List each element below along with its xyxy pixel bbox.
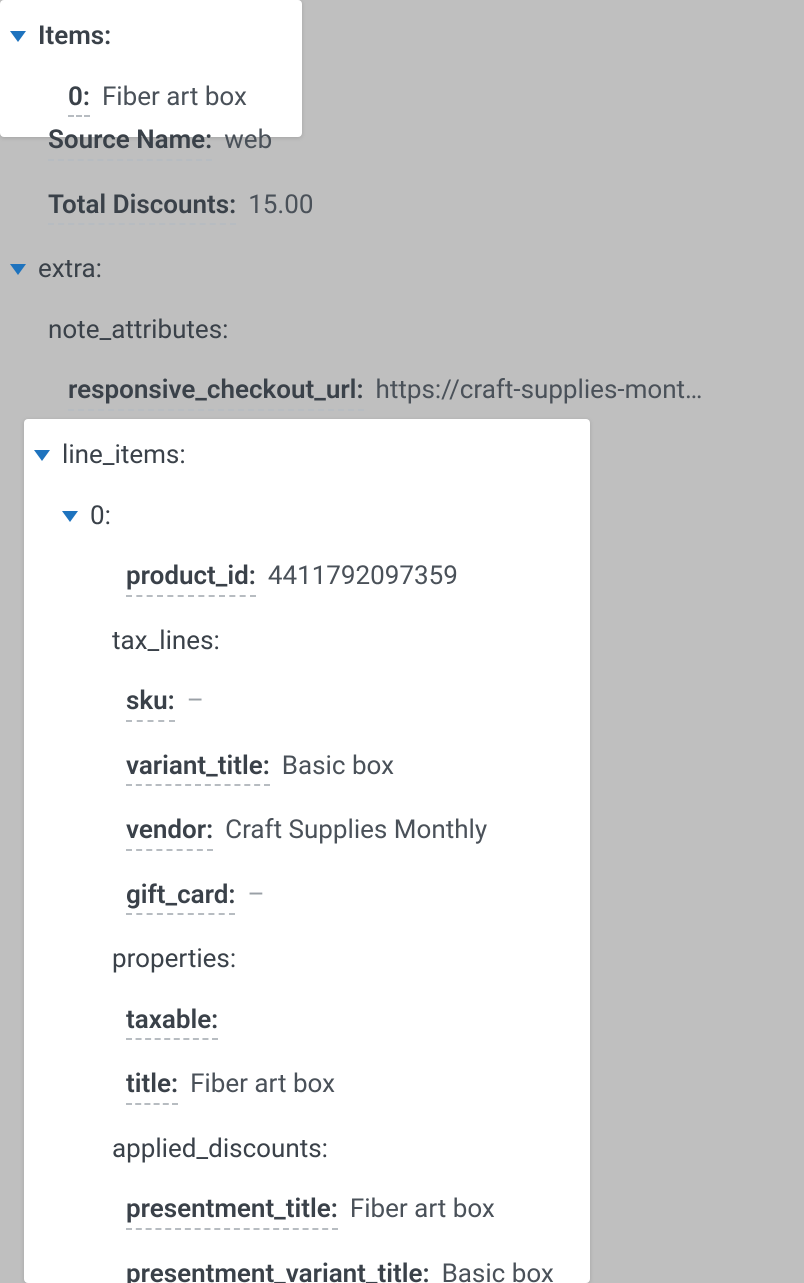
vendor-label: vendor:: [126, 814, 213, 851]
title-label: title:: [126, 1068, 178, 1105]
caret-down-icon: [34, 450, 50, 461]
total-discounts-value: 15.00: [248, 189, 313, 222]
source-name-label: Source Name:: [48, 124, 212, 161]
gift-card-label: gift_card:: [126, 879, 235, 916]
caret-down-icon: [10, 264, 26, 275]
gift-card-value: –: [247, 879, 264, 912]
properties-label: properties:: [112, 943, 236, 976]
taxable-row[interactable]: taxable:: [34, 990, 580, 1055]
presentment-variant-title-label: presentment_variant_title:: [126, 1258, 430, 1283]
caret-down-icon: [10, 31, 26, 42]
line-items-header-row[interactable]: line_items:: [34, 425, 580, 486]
items-header-row[interactable]: Items:: [10, 6, 292, 67]
source-name-value: web: [224, 124, 272, 157]
note-attributes-label: note_attributes:: [48, 314, 228, 347]
responsive-checkout-url-value: https://craft-supplies-mont…: [376, 374, 703, 407]
presentment-title-row[interactable]: presentment_title: Fiber art box: [34, 1179, 580, 1244]
title-row[interactable]: title: Fiber art box: [34, 1054, 580, 1119]
line-items-header-label: line_items:: [62, 439, 186, 472]
items-header-label: Items:: [38, 20, 111, 53]
applied-discounts-label: applied_discounts:: [112, 1133, 328, 1166]
presentment-title-value: Fiber art box: [350, 1193, 495, 1226]
responsive-checkout-url-label: responsive_checkout_url:: [68, 374, 364, 411]
vendor-row[interactable]: vendor: Craft Supplies Monthly: [34, 800, 580, 865]
extra-header-label: extra:: [38, 253, 102, 286]
line-items-card: line_items: 0: product_id: 4411792097359…: [24, 419, 590, 1283]
items-row-0-value: Fiber art box: [102, 81, 247, 114]
line-items-0-header-row[interactable]: 0:: [34, 486, 580, 547]
product-id-row[interactable]: product_id: 4411792097359: [34, 546, 580, 611]
source-name-row[interactable]: Source Name: web: [10, 110, 794, 175]
caret-down-icon: [62, 511, 78, 522]
title-value: Fiber art box: [190, 1068, 335, 1101]
variant-title-row[interactable]: variant_title: Basic box: [34, 736, 580, 801]
sku-row[interactable]: sku: –: [34, 671, 580, 736]
product-id-label: product_id:: [126, 560, 256, 597]
responsive-checkout-url-row[interactable]: responsive_checkout_url: https://craft-s…: [10, 360, 794, 425]
taxable-label: taxable:: [126, 1004, 218, 1041]
line-items-0-header-label: 0:: [90, 500, 111, 533]
extra-header-row[interactable]: extra:: [10, 239, 794, 300]
tax-lines-label: tax_lines:: [112, 625, 220, 658]
sku-label: sku:: [126, 685, 175, 722]
tax-lines-row[interactable]: tax_lines:: [34, 611, 580, 672]
presentment-variant-title-value: Basic box: [442, 1258, 554, 1283]
sku-value: –: [187, 685, 204, 718]
applied-discounts-row[interactable]: applied_discounts:: [34, 1119, 580, 1180]
properties-row[interactable]: properties:: [34, 929, 580, 990]
presentment-variant-title-row[interactable]: presentment_variant_title: Basic box: [34, 1244, 580, 1283]
gift-card-row[interactable]: gift_card: –: [34, 865, 580, 930]
product-id-value: 4411792097359: [268, 560, 458, 593]
background-rows: Source Name: web Total Discounts: 15.00 …: [0, 110, 804, 425]
total-discounts-label: Total Discounts:: [48, 189, 236, 226]
presentment-title-label: presentment_title:: [126, 1193, 338, 1230]
variant-title-label: variant_title:: [126, 750, 270, 787]
note-attributes-row[interactable]: note_attributes:: [10, 300, 794, 361]
vendor-value: Craft Supplies Monthly: [225, 814, 487, 847]
total-discounts-row[interactable]: Total Discounts: 15.00: [10, 175, 794, 240]
variant-title-value: Basic box: [282, 750, 394, 783]
